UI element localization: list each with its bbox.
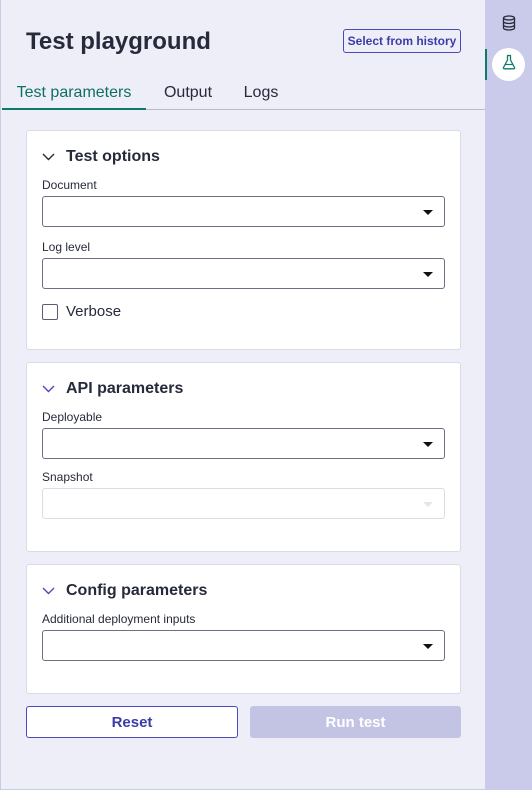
page-title: Test playground	[26, 28, 211, 55]
chevron-down-icon	[42, 584, 56, 598]
tab-bar: Test parameters Output Logs	[2, 76, 486, 110]
api-parameters-header[interactable]: API parameters	[42, 379, 183, 399]
log-level-select[interactable]	[42, 258, 445, 289]
deployable-label: Deployable	[42, 410, 103, 424]
reset-button[interactable]: Reset	[26, 706, 238, 738]
tab-output[interactable]: Output	[152, 76, 224, 109]
caret-down-icon	[423, 502, 433, 507]
run-test-button[interactable]: Run test	[250, 706, 461, 738]
api-parameters-section: API parameters Deployable Snapshot	[26, 362, 461, 552]
snapshot-select	[42, 488, 445, 519]
config-parameters-header[interactable]: Config parameters	[42, 581, 207, 601]
log-level-label: Log level	[42, 240, 91, 254]
test-playground-panel: Test playground Select from history Test…	[0, 0, 486, 790]
rail-item-database[interactable]	[492, 9, 525, 42]
section-title: API parameters	[66, 380, 184, 397]
caret-down-icon	[423, 644, 433, 649]
deployable-select[interactable]	[42, 428, 445, 459]
test-options-section: Test options Document Log level Verbose	[26, 130, 461, 350]
document-label: Document	[42, 178, 97, 192]
caret-down-icon	[423, 210, 433, 215]
database-icon	[502, 15, 516, 36]
chevron-down-icon	[42, 150, 56, 164]
caret-down-icon	[423, 442, 433, 447]
section-title: Test options	[66, 148, 160, 165]
verbose-label: Verbose	[66, 303, 122, 320]
test-options-header[interactable]: Test options	[42, 147, 160, 167]
caret-down-icon	[423, 272, 433, 277]
flask-icon	[502, 54, 516, 75]
additional-inputs-label: Additional deployment inputs	[42, 612, 196, 626]
select-from-history-button[interactable]: Select from history	[343, 29, 461, 53]
rail-item-test-playground[interactable]	[492, 48, 525, 81]
tab-logs[interactable]: Logs	[234, 76, 288, 109]
active-rail-indicator	[485, 49, 487, 80]
tab-test-parameters[interactable]: Test parameters	[2, 76, 146, 110]
section-title: Config parameters	[66, 582, 208, 599]
side-rail	[485, 0, 532, 790]
chevron-down-icon	[42, 382, 56, 396]
snapshot-label: Snapshot	[42, 470, 93, 484]
config-parameters-section: Config parameters Additional deployment …	[26, 564, 461, 694]
verbose-checkbox[interactable]	[42, 303, 58, 320]
document-select[interactable]	[42, 196, 445, 227]
verbose-option[interactable]: Verbose	[42, 303, 121, 320]
additional-inputs-select[interactable]	[42, 630, 445, 661]
